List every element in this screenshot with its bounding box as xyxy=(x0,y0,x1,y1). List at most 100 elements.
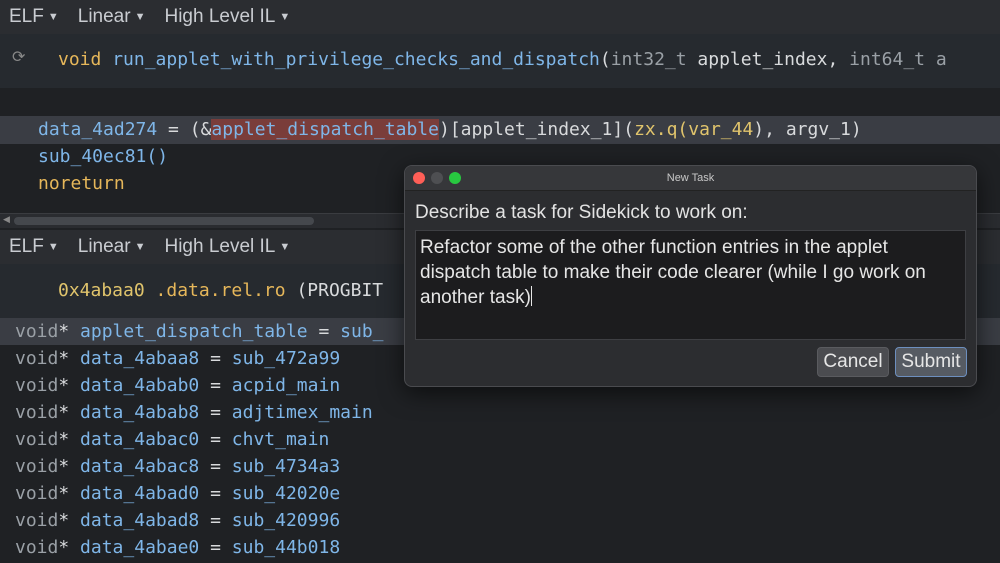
code-line-noreturn[interactable]: noreturn xyxy=(38,173,125,194)
data-ptr: * xyxy=(58,429,70,450)
data-value[interactable]: chvt_main xyxy=(232,429,330,450)
view-type-label: ELF xyxy=(9,6,44,27)
il-dropdown[interactable]: High Level IL ▼ xyxy=(164,6,290,28)
code-var-44[interactable]: var_44 xyxy=(688,119,753,140)
data-value[interactable]: sub_ xyxy=(340,321,383,342)
task-description-text: Refactor some of the other function entr… xyxy=(420,237,926,308)
code-op: ]( xyxy=(612,119,635,140)
scrollbar-thumb[interactable] xyxy=(14,217,314,225)
data-row[interactable]: void* data_4abac8 = sub_4734a3 xyxy=(0,453,1000,480)
code-var-data[interactable]: data_4ad274 xyxy=(38,119,157,140)
refresh-icon[interactable]: ⟳ xyxy=(12,47,25,67)
data-type: void xyxy=(15,456,59,477)
data-value[interactable]: acpid_main xyxy=(232,375,340,396)
data-row[interactable]: void* data_4abae0 = sub_44b018 xyxy=(0,534,1000,561)
data-name-label[interactable]: data_4abab8 xyxy=(80,402,199,423)
data-eq: = xyxy=(199,510,232,531)
data-type: void xyxy=(15,510,59,531)
dialog-titlebar[interactable]: New Task xyxy=(405,166,976,191)
chevron-down-icon: ▼ xyxy=(47,241,59,253)
code-op: )[ xyxy=(438,119,461,140)
data-ptr: * xyxy=(58,537,70,558)
cancel-button[interactable]: Cancel xyxy=(817,347,889,377)
data-eq: = xyxy=(199,537,232,558)
il-label: High Level IL xyxy=(164,236,276,257)
segment-info: 0x4abaa0 .data.rel.ro (PROGBIT xyxy=(58,280,383,301)
data-name-label[interactable]: data_4abac0 xyxy=(80,429,199,450)
code-func-zxq[interactable]: zx.q( xyxy=(634,119,688,140)
sig-paren: ( xyxy=(599,49,611,70)
code-op: ) xyxy=(850,119,862,140)
data-eq: = xyxy=(199,483,232,504)
code-op: ), xyxy=(753,119,786,140)
il-label: High Level IL xyxy=(164,6,276,27)
maximize-window-icon[interactable] xyxy=(449,172,461,184)
code-line-call[interactable]: sub_40ec81() xyxy=(38,146,168,167)
task-description-input[interactable]: Refactor some of the other function entr… xyxy=(415,230,966,340)
mode-label: Linear xyxy=(77,6,131,27)
data-name-label[interactable]: data_4abae0 xyxy=(80,537,199,558)
data-type: void xyxy=(15,321,59,342)
chevron-down-icon: ▼ xyxy=(279,11,291,23)
data-row[interactable]: void* data_4abad0 = sub_42020e xyxy=(0,480,1000,507)
data-ptr: * xyxy=(58,483,70,504)
data-type: void xyxy=(15,402,59,423)
data-ptr: * xyxy=(58,456,70,477)
data-name-label[interactable]: data_4abaa8 xyxy=(80,348,199,369)
data-name-label[interactable]: applet_dispatch_table xyxy=(80,321,308,342)
dialog-title: New Task xyxy=(666,172,715,184)
mode-dropdown[interactable]: Linear ▼ xyxy=(78,6,146,28)
code-var-applet-index[interactable]: applet_index_1 xyxy=(461,119,613,140)
data-eq: = xyxy=(307,321,341,342)
data-name-label[interactable]: data_4abab0 xyxy=(80,375,199,396)
code-op: = (& xyxy=(157,119,212,140)
data-type: void xyxy=(15,537,59,558)
data-ptr: * xyxy=(58,375,70,396)
sig-param1-name[interactable]: applet_index, xyxy=(697,49,838,70)
segment-address[interactable]: 0x4abaa0 xyxy=(58,280,145,301)
scroll-left-icon[interactable]: ◀ xyxy=(3,214,10,225)
new-task-dialog: New Task Describe a task for Sidekick to… xyxy=(404,165,977,387)
view-type-dropdown[interactable]: ELF ▼ xyxy=(9,236,59,258)
chevron-down-icon: ▼ xyxy=(134,241,146,253)
data-value[interactable]: sub_472a99 xyxy=(232,348,340,369)
text-cursor xyxy=(530,286,532,306)
data-name-label[interactable]: data_4abad8 xyxy=(80,510,199,531)
function-signature-bar: ⟳ void run_applet_with_privilege_checks_… xyxy=(0,34,1000,88)
data-value[interactable]: sub_42020e xyxy=(232,483,340,504)
data-name-label[interactable]: data_4abac8 xyxy=(80,456,199,477)
function-signature[interactable]: void run_applet_with_privilege_checks_an… xyxy=(58,49,947,70)
sig-param1-type: int32_t xyxy=(610,49,687,70)
code-line-dispatch[interactable]: data_4ad274 = (&applet_dispatch_table)[a… xyxy=(38,119,862,140)
view-type-label: ELF xyxy=(9,236,44,257)
il-dropdown[interactable]: High Level IL ▼ xyxy=(164,236,290,258)
chevron-down-icon: ▼ xyxy=(47,11,59,23)
task-prompt-label: Describe a task for Sidekick to work on: xyxy=(415,202,748,223)
chevron-down-icon: ▼ xyxy=(279,241,291,253)
data-value[interactable]: sub_44b018 xyxy=(232,537,340,558)
data-value[interactable]: adjtimex_main xyxy=(232,402,373,423)
sig-return-type: void xyxy=(58,49,102,70)
data-name-label[interactable]: data_4abad0 xyxy=(80,483,199,504)
data-row[interactable]: void* data_4abad8 = sub_420996 xyxy=(0,507,1000,534)
data-row[interactable]: void* data_4abac0 = chvt_main xyxy=(0,426,1000,453)
view-type-dropdown[interactable]: ELF ▼ xyxy=(9,6,59,28)
data-eq: = xyxy=(199,402,232,423)
data-row[interactable]: void* data_4abab8 = adjtimex_main xyxy=(0,399,1000,426)
sig-function-name[interactable]: run_applet_with_privilege_checks_and_dis… xyxy=(112,49,600,70)
mode-dropdown[interactable]: Linear ▼ xyxy=(78,236,146,258)
data-ptr: * xyxy=(58,348,70,369)
data-value[interactable]: sub_4734a3 xyxy=(232,456,340,477)
data-value[interactable]: sub_420996 xyxy=(232,510,340,531)
data-eq: = xyxy=(199,348,232,369)
submit-button[interactable]: Submit xyxy=(895,347,967,377)
data-eq: = xyxy=(199,429,232,450)
minimize-window-icon[interactable] xyxy=(431,172,443,184)
code-var-argv[interactable]: argv_1 xyxy=(786,119,851,140)
close-window-icon[interactable] xyxy=(413,172,425,184)
data-ptr: * xyxy=(58,402,70,423)
code-var-dispatch-table[interactable]: applet_dispatch_table xyxy=(211,119,439,140)
segment-name: .data.rel.ro xyxy=(155,280,286,301)
mode-label: Linear xyxy=(77,236,131,257)
segment-flags: (PROGBIT xyxy=(296,280,384,301)
